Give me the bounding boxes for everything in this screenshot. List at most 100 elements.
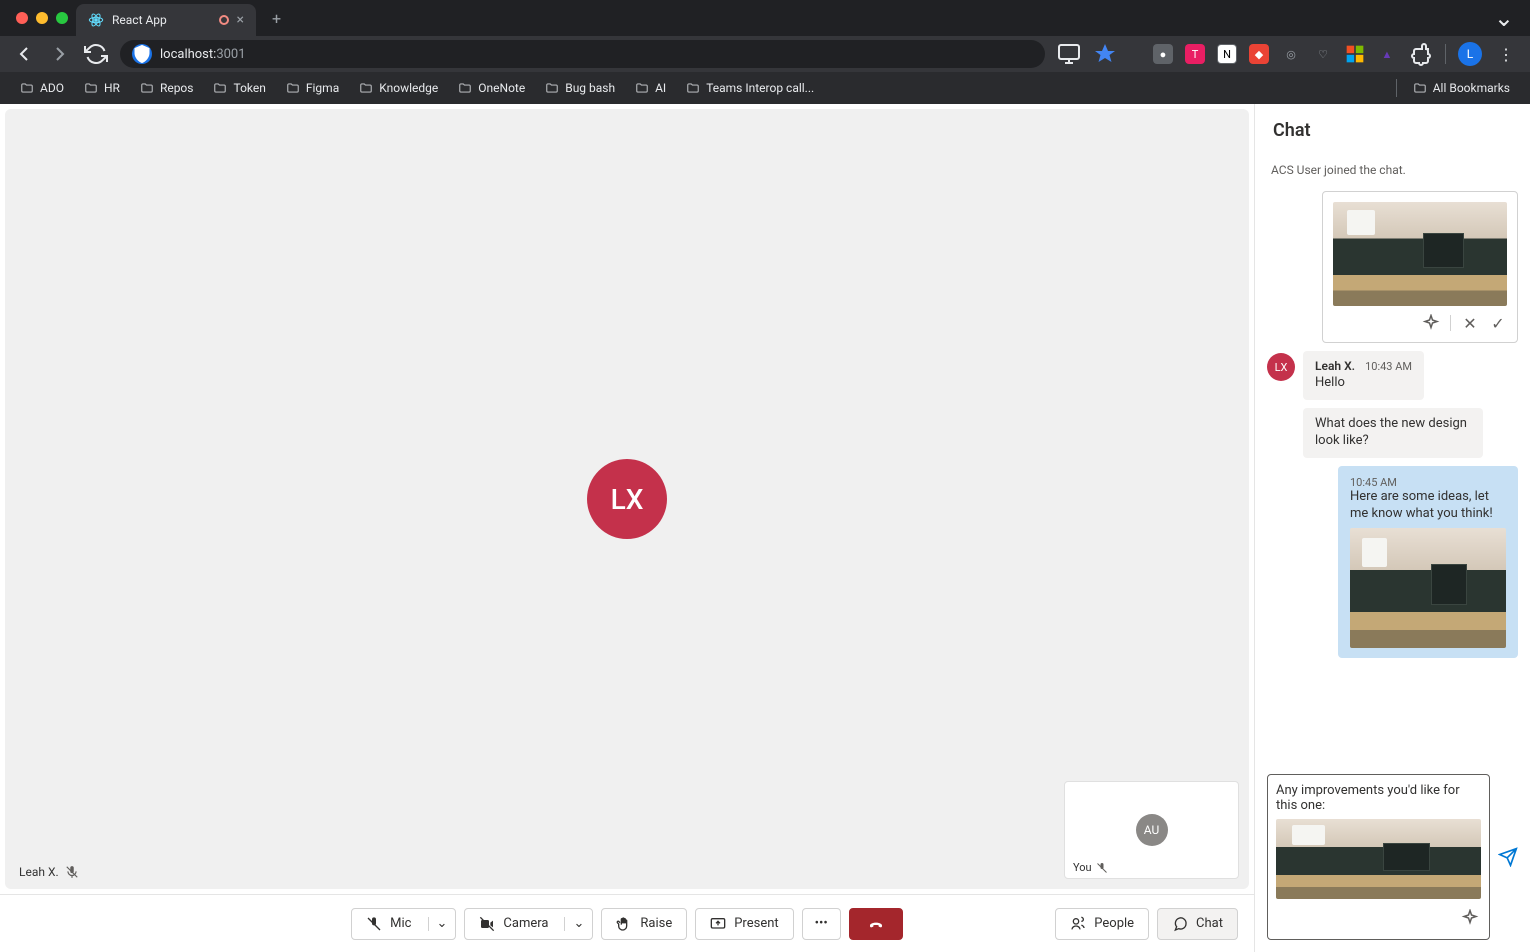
back-button[interactable] [12,42,36,66]
ext-icon-3[interactable]: N [1217,44,1237,64]
close-icon[interactable]: ✕ [1461,314,1479,332]
mic-button[interactable]: Mic ⌄ [351,908,456,940]
window-close[interactable] [16,12,28,24]
browser-tab[interactable]: React App × [76,4,256,36]
folder-icon [286,81,300,95]
folder-icon [545,81,559,95]
folder-icon [20,81,34,95]
chat-icon [1172,916,1188,932]
share-screen-icon [710,916,726,932]
bookmark-onenote[interactable]: OneNote [450,77,533,99]
compose-box[interactable]: Any improvements you'd like for this one… [1267,774,1490,940]
bookmark-figma[interactable]: Figma [278,77,347,99]
raise-button[interactable]: Raise [601,908,687,940]
ext-icon-1[interactable]: ● [1153,44,1173,64]
self-preview[interactable]: AU You [1064,781,1239,879]
bookmark-bugbash[interactable]: Bug bash [537,77,623,99]
bookmark-teams[interactable]: Teams Interop call... [678,77,822,99]
message-time: 10:45 AM [1350,476,1506,489]
bookmark-star-icon[interactable] [1093,42,1117,66]
camera-button[interactable]: Camera ⌄ [464,908,593,940]
url-input[interactable]: localhost:3001 [120,40,1045,68]
more-icon: ••• [815,916,828,931]
tabs-dropdown-icon[interactable]: ⌄ [1494,4,1514,32]
reload-button[interactable] [84,42,108,66]
extensions-icon[interactable] [1409,42,1433,66]
all-bookmarks-button[interactable]: All Bookmarks [1405,77,1518,99]
sender-avatar: LX [1267,353,1295,381]
hangup-button[interactable] [849,908,903,940]
window-maximize[interactable] [56,12,68,24]
window-minimize[interactable] [36,12,48,24]
bookmark-token[interactable]: Token [205,77,273,99]
check-icon[interactable]: ✓ [1489,314,1507,332]
attachment-image[interactable] [1333,202,1507,306]
chat-messages[interactable]: ACS User joined the chat. ✕ ✓ LX Leah X.… [1255,157,1530,774]
chat-button[interactable]: Chat [1157,908,1238,940]
sparkle-icon[interactable] [1422,314,1440,332]
folder-icon [359,81,373,95]
tab-title: React App [112,13,211,27]
ext-icon-8[interactable]: ▲ [1377,44,1397,64]
chevron-down-icon[interactable]: ⌄ [428,917,456,931]
forward-button[interactable] [48,42,72,66]
ext-icon-7[interactable] [1345,44,1365,64]
mic-off-icon [65,865,79,879]
mic-off-icon [366,916,382,932]
message-text: Here are some ideas, let me know what yo… [1350,489,1506,523]
hangup-icon [868,916,884,932]
tab-close-icon[interactable]: × [237,12,244,28]
video-area: LX Leah X. AU You Mic ⌄ Camera [0,104,1254,952]
video-stage: LX Leah X. AU You [5,109,1249,889]
compose-input[interactable]: Any improvements you'd like for this one… [1276,783,1481,813]
ext-icon-6[interactable]: ♡ [1313,44,1333,64]
chevron-down-icon[interactable]: ⌄ [564,917,592,931]
folder-icon [458,81,472,95]
cast-icon[interactable] [1057,42,1081,66]
folder-icon [1413,81,1427,95]
address-actions: ● T N ◆ ◎ ♡ ▲ L ⋮ [1057,42,1518,66]
folder-icon [686,81,700,95]
ext-icon-2[interactable]: T [1185,44,1205,64]
message-bubble[interactable]: 10:45 AM Here are some ideas, let me kno… [1338,466,1518,659]
folder-icon [140,81,154,95]
send-button[interactable] [1498,847,1518,867]
ext-icon-5[interactable]: ◎ [1281,44,1301,64]
folder-icon [84,81,98,95]
compose-attachment[interactable] [1276,819,1481,899]
message-time: 10:43 AM [1365,360,1412,373]
window-controls [8,12,68,24]
recording-icon [219,15,229,25]
sparkle-icon[interactable] [1461,909,1479,927]
message-bubble[interactable]: What does the new design look like? [1303,408,1483,458]
message-text: What does the new design look like? [1315,416,1471,450]
browser-menu-icon[interactable]: ⋮ [1494,42,1518,66]
react-icon [88,12,104,28]
chat-message-out: 10:45 AM Here are some ideas, let me kno… [1338,466,1518,659]
site-info-icon[interactable] [132,44,152,64]
hand-icon [616,916,632,932]
folder-icon [213,81,227,95]
bookmark-ado[interactable]: ADO [12,77,72,99]
message-bubble[interactable]: Leah X. 10:43 AM Hello [1303,351,1424,400]
remote-label: Leah X. [19,865,79,879]
new-tab-button[interactable]: + [264,9,289,28]
people-button[interactable]: People [1055,908,1149,940]
url-text: localhost:3001 [160,47,246,62]
attachment-image[interactable] [1350,528,1506,648]
present-button[interactable]: Present [695,908,793,940]
sender-name: Leah X. [1315,359,1355,373]
chat-panel: Chat ACS User joined the chat. ✕ ✓ LX Le… [1254,104,1530,952]
address-bar: localhost:3001 ● T N ◆ ◎ ♡ ▲ L ⋮ [0,36,1530,72]
bookmark-repos[interactable]: Repos [132,77,202,99]
profile-avatar[interactable]: L [1458,42,1482,66]
self-label: You [1073,861,1108,874]
more-button[interactable]: ••• [802,908,841,940]
tab-strip: React App × + ⌄ [0,0,1530,36]
bookmark-ai[interactable]: AI [627,77,674,99]
chat-message-in: What does the new design look like? [1303,408,1518,458]
camera-off-icon [479,916,495,932]
bookmark-hr[interactable]: HR [76,77,128,99]
bookmark-knowledge[interactable]: Knowledge [351,77,446,99]
ext-icon-4[interactable]: ◆ [1249,44,1269,64]
